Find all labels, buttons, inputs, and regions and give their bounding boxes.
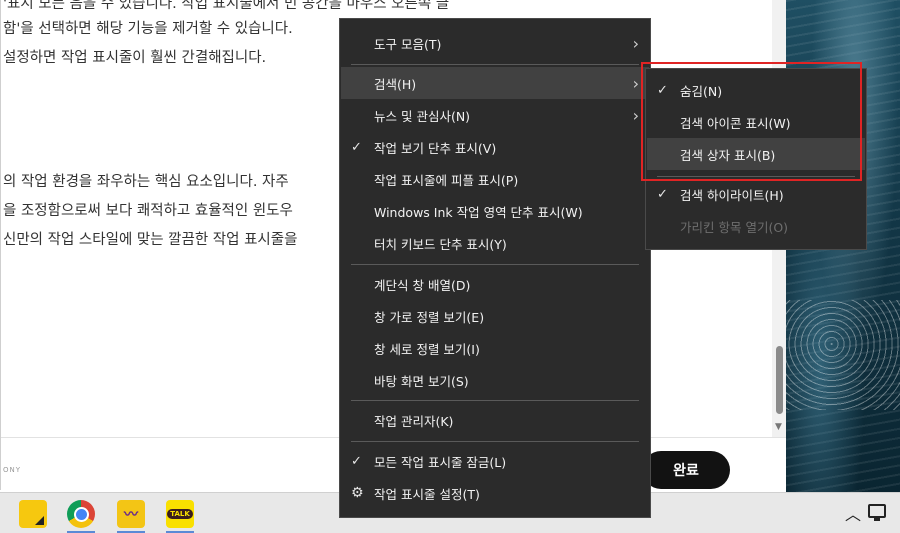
checkmark-icon: ✓ (351, 139, 362, 155)
menu-item-taskbar-settings[interactable]: ⚙ 작업 표시줄 설정(T) (341, 477, 649, 509)
menu-item-cascade[interactable]: 계단식 창 배열(D) (341, 268, 649, 300)
scroll-thumb[interactable] (776, 346, 783, 414)
submenu-item-hidden[interactable]: ✓ 숨김(N) (647, 74, 865, 106)
kakaotalk-icon[interactable]: TALK (166, 500, 194, 528)
menu-item-label: 검색(H) (374, 76, 417, 92)
menu-item-stacked[interactable]: 창 가로 정렬 보기(E) (341, 300, 649, 332)
menu-item-label: 검색 하이라이트(H) (680, 187, 784, 203)
menu-separator (657, 176, 855, 177)
doc-line: 신만의 작업 스타일에 맞는 깔끔한 작업 표시줄을 (3, 232, 298, 248)
network-icon[interactable] (868, 504, 886, 521)
menu-item-task-view-button[interactable]: ✓ 작업 보기 단추 표시(V) (341, 131, 649, 163)
menu-item-label: 검색 상자 표시(B) (680, 147, 776, 163)
menu-item-label: 모든 작업 표시줄 잠금(L) (374, 454, 507, 470)
menu-item-task-manager[interactable]: 작업 관리자(K) (341, 404, 649, 436)
checkmark-icon: ✓ (351, 453, 362, 469)
search-submenu: ✓ 숨김(N) 검색 아이콘 표시(W) 검색 상자 표시(B) ✓ 검색 하이… (645, 68, 867, 250)
menu-item-show-desktop[interactable]: 바탕 화면 보기(S) (341, 364, 649, 396)
chevron-right-icon: › (632, 73, 639, 93)
kakaotalk-label: TALK (167, 509, 193, 519)
menu-item-label: 작업 관리자(K) (374, 413, 454, 429)
menu-item-toolbars[interactable]: 도구 모음(T) › (341, 27, 649, 59)
doc-line: '표시 모든 음을 수 있습니다. 작업 표시줄에서 빈 공간을 마우스 오른쪽… (3, 0, 450, 12)
menu-item-lock-taskbars[interactable]: ✓ 모든 작업 표시줄 잠금(L) (341, 445, 649, 477)
doc-line: 을 조정함으로써 보다 쾌적하고 효율적인 윈도우 (3, 203, 293, 219)
menu-item-label: 도구 모음(T) (374, 36, 442, 52)
menu-item-label: 바탕 화면 보기(S) (374, 373, 469, 389)
menu-item-search[interactable]: 검색(H) › (341, 67, 649, 99)
tray-chevron-up-icon[interactable]: ︿ (845, 501, 861, 525)
taskbar-context-menu: 도구 모음(T) › 검색(H) › 뉴스 및 관심사(N) › ✓ 작업 보기… (339, 18, 651, 518)
menu-item-label: 작업 표시줄 설정(T) (374, 486, 480, 502)
submenu-item-open-on-hover: 가리킨 항목 열기(O) (647, 210, 865, 242)
menu-item-label: 검색 아이콘 표시(W) (680, 115, 791, 131)
doc-line: 의 작업 환경을 좌우하는 핵심 요소입니다. 자주 (3, 174, 289, 190)
chevron-right-icon: › (632, 33, 639, 53)
sticky-notes-icon[interactable] (19, 500, 47, 528)
menu-item-side-by-side[interactable]: 창 세로 정렬 보기(I) (341, 332, 649, 364)
menu-item-windows-ink[interactable]: Windows Ink 작업 영역 단추 표시(W) (341, 195, 649, 227)
submenu-item-show-search-box[interactable]: 검색 상자 표시(B) (647, 138, 865, 170)
water-sparkle (786, 300, 900, 410)
doc-line: 함'을 선택하면 해당 기능을 제거할 수 있습니다. (3, 21, 293, 37)
menu-item-label: 작업 보기 단추 표시(V) (374, 140, 497, 156)
menu-item-label: 가리킨 항목 열기(O) (680, 219, 789, 235)
menu-item-label: 작업 표시줄에 피플 표시(P) (374, 172, 519, 188)
menu-item-label: 숨김(N) (680, 83, 723, 99)
chrome-icon[interactable] (67, 500, 95, 528)
menu-item-label: 터치 키보드 단추 표시(Y) (374, 236, 507, 252)
chevron-right-icon: › (632, 105, 639, 125)
checkmark-icon: ✓ (657, 82, 668, 98)
menu-separator (351, 64, 639, 65)
menu-item-people[interactable]: 작업 표시줄에 피플 표시(P) (341, 163, 649, 195)
menu-separator (351, 400, 639, 401)
menu-item-label: 창 세로 정렬 보기(I) (374, 341, 480, 357)
footer-tag: ONY (3, 466, 22, 474)
submenu-item-show-search-icon[interactable]: 검색 아이콘 표시(W) (647, 106, 865, 138)
menu-separator (351, 264, 639, 265)
menu-item-news-interests[interactable]: 뉴스 및 관심사(N) › (341, 99, 649, 131)
menu-item-label: 계단식 창 배열(D) (374, 277, 471, 293)
scroll-down-arrow-icon[interactable]: ▼ (775, 422, 782, 432)
checkmark-icon: ✓ (657, 186, 668, 202)
menu-item-label: 뉴스 및 관심사(N) (374, 108, 471, 124)
menu-item-label: 창 가로 정렬 보기(E) (374, 309, 485, 325)
menu-item-label: Windows Ink 작업 영역 단추 표시(W) (374, 204, 583, 220)
menu-separator (351, 441, 639, 442)
gear-icon: ⚙ (351, 485, 364, 501)
done-button[interactable]: 완료 (642, 451, 730, 489)
wave-app-icon[interactable]: 〰 (117, 500, 145, 528)
menu-item-touch-keyboard[interactable]: 터치 키보드 단추 표시(Y) (341, 227, 649, 259)
submenu-item-search-highlights[interactable]: ✓ 검색 하이라이트(H) (647, 178, 865, 210)
doc-line: 설정하면 작업 표시줄이 훨씬 간결해집니다. (3, 50, 267, 66)
